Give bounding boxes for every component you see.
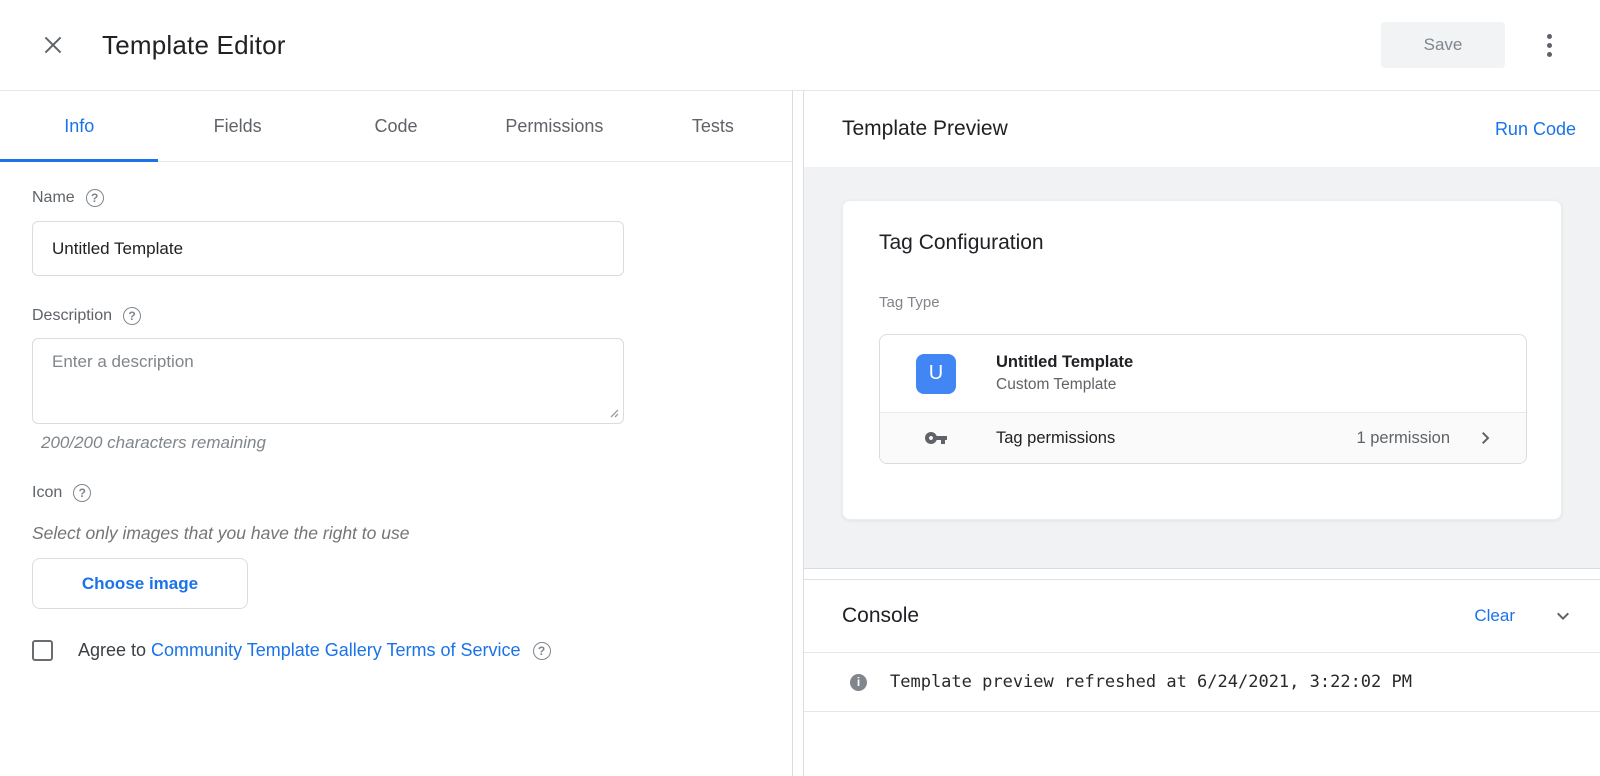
editor-panel: Info Fields Code Permissions Tests Name … xyxy=(0,91,793,776)
preview-header: Template Preview Run Code xyxy=(804,91,1600,167)
description-textarea[interactable] xyxy=(32,338,624,424)
run-code-button[interactable]: Run Code xyxy=(1495,119,1576,140)
terms-of-service-link[interactable]: Community Template Gallery Terms of Serv… xyxy=(151,640,520,661)
icon-label: Icon xyxy=(32,484,62,502)
icon-usage-note: Select only images that you have the rig… xyxy=(32,523,660,544)
tag-configuration-card: Tag Configuration Tag Type U Untitled Te… xyxy=(842,200,1562,520)
tag-configuration-title: Tag Configuration xyxy=(879,231,1527,255)
agree-checkbox[interactable] xyxy=(32,640,53,661)
description-label: Description xyxy=(32,307,112,325)
name-label-row: Name ? xyxy=(32,189,660,207)
description-help-icon[interactable]: ? xyxy=(123,307,141,325)
panel-splitter[interactable] xyxy=(793,91,803,776)
console-header: Console Clear xyxy=(804,579,1600,653)
save-button[interactable]: Save xyxy=(1381,22,1505,68)
tab-fields[interactable]: Fields xyxy=(158,91,316,161)
info-icon: i xyxy=(850,674,867,691)
name-input[interactable] xyxy=(32,221,624,276)
chars-remaining: 200/200 characters remaining xyxy=(41,433,660,453)
template-editor-window: Template Editor Save Info Fields Code Pe… xyxy=(0,0,1600,776)
console-log-message: Template preview refreshed at 6/24/2021,… xyxy=(890,672,1412,692)
info-form: Name ? Description ? 200/200 characters … xyxy=(0,162,660,661)
tag-permissions-row[interactable]: Tag permissions 1 permission xyxy=(880,412,1526,463)
tab-tests[interactable]: Tests xyxy=(634,91,792,161)
tab-permissions[interactable]: Permissions xyxy=(475,91,633,161)
agree-row: Agree to Community Template Gallery Term… xyxy=(32,640,660,661)
key-icon xyxy=(916,426,956,450)
console-title: Console xyxy=(842,604,919,628)
kebab-menu-icon[interactable] xyxy=(1535,30,1563,60)
template-avatar: U xyxy=(916,354,956,394)
preview-title: Template Preview xyxy=(842,117,1008,141)
page-title: Template Editor xyxy=(102,30,286,61)
tag-permissions-label: Tag permissions xyxy=(996,429,1115,448)
main-split: Info Fields Code Permissions Tests Name … xyxy=(0,91,1600,776)
preview-panel: Template Preview Run Code Tag Configurat… xyxy=(803,91,1600,776)
resize-handle-icon[interactable] xyxy=(607,406,619,418)
permissions-count: 1 permission xyxy=(1356,429,1450,448)
tag-type-box: U Untitled Template Custom Template xyxy=(879,334,1527,464)
tag-type-label: Tag Type xyxy=(879,294,1527,311)
console-log-row: i Template preview refreshed at 6/24/202… xyxy=(804,653,1600,712)
top-bar: Template Editor Save xyxy=(0,0,1600,91)
close-icon[interactable] xyxy=(38,30,68,60)
agree-help-icon[interactable]: ? xyxy=(533,642,551,660)
name-label: Name xyxy=(32,189,75,207)
console-gap xyxy=(804,569,1600,579)
name-help-icon[interactable]: ? xyxy=(86,189,104,207)
chevron-right-icon[interactable] xyxy=(1474,426,1498,450)
tag-name: Untitled Template xyxy=(996,353,1133,372)
tab-info[interactable]: Info xyxy=(0,91,158,161)
tab-code[interactable]: Code xyxy=(317,91,475,161)
icon-label-row: Icon ? xyxy=(32,484,660,502)
chevron-down-icon[interactable] xyxy=(1551,604,1575,628)
tag-type-row: U Untitled Template Custom Template xyxy=(880,335,1526,412)
tag-names: Untitled Template Custom Template xyxy=(996,353,1133,394)
choose-image-button[interactable]: Choose image xyxy=(32,558,248,609)
agree-text: Agree to xyxy=(78,640,146,661)
console-clear-button[interactable]: Clear xyxy=(1474,606,1515,626)
tag-subtitle: Custom Template xyxy=(996,376,1133,394)
description-textarea-wrap xyxy=(32,338,624,424)
icon-help-icon[interactable]: ? xyxy=(73,484,91,502)
description-label-row: Description ? xyxy=(32,307,660,325)
editor-tabbar: Info Fields Code Permissions Tests xyxy=(0,91,792,162)
preview-canvas: Tag Configuration Tag Type U Untitled Te… xyxy=(804,167,1600,569)
